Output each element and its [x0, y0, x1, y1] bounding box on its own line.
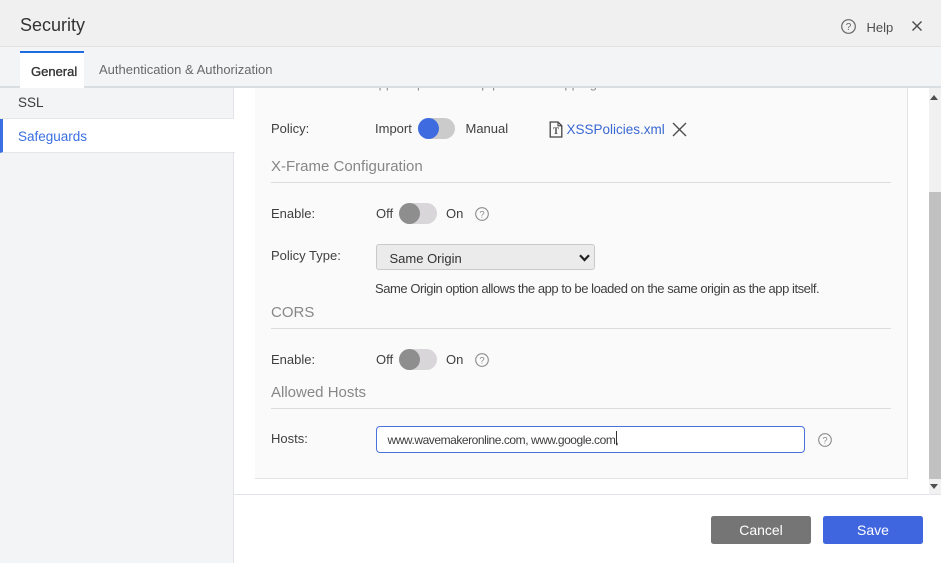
svg-text:T: T — [553, 126, 559, 136]
svg-text:?: ? — [846, 22, 852, 33]
svg-text:?: ? — [479, 209, 484, 220]
svg-text:?: ? — [822, 435, 827, 446]
svg-text:?: ? — [479, 355, 484, 366]
